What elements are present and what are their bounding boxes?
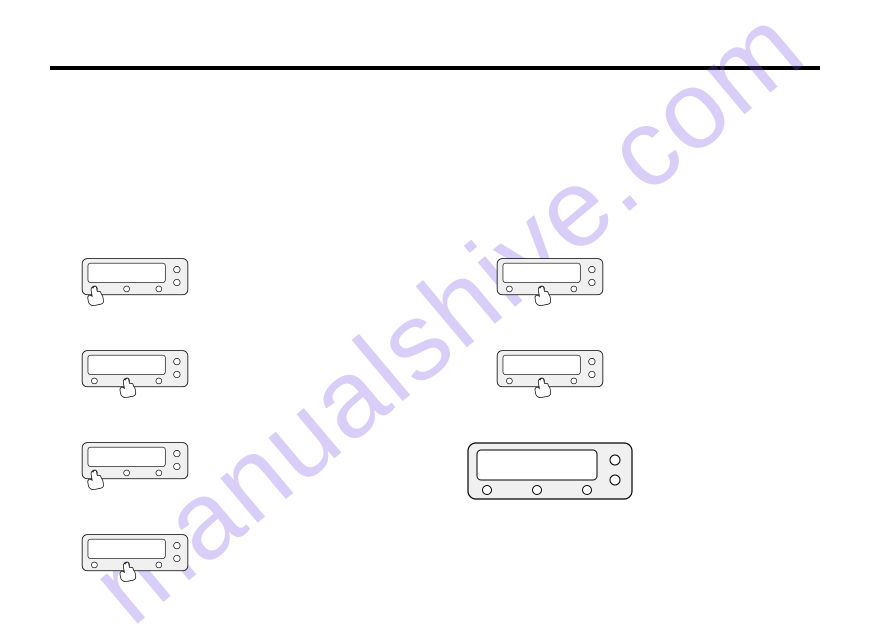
device-panel <box>52 258 218 316</box>
device-panel <box>52 442 218 500</box>
horizontal-rule <box>50 66 820 70</box>
panel-display-icon <box>88 263 165 282</box>
panel-button-right-icon <box>583 486 592 495</box>
panel-button-right-icon <box>156 378 162 384</box>
panel-display-icon <box>88 447 165 466</box>
panel-side-top-icon <box>174 542 180 548</box>
panel-side-top-icon <box>589 358 595 364</box>
device-panel <box>467 258 633 316</box>
device-panel <box>52 534 218 592</box>
panel-side-bottom-icon <box>174 371 180 377</box>
panel-button-right-icon <box>156 286 162 292</box>
panel-button-right-icon <box>571 378 577 384</box>
panel-button-center-icon <box>124 286 130 292</box>
manual-page: manualshive.com <box>0 0 893 629</box>
panel-button-right-icon <box>156 470 162 476</box>
panel-side-bottom-icon <box>589 279 595 285</box>
panel-button-left-icon <box>92 378 98 384</box>
panel-button-right-icon <box>571 286 577 292</box>
panel-button-left-icon <box>507 378 513 384</box>
panel-display-icon <box>477 450 597 480</box>
panel-side-top-icon <box>174 358 180 364</box>
panel-button-left-icon <box>483 486 492 495</box>
panel-side-bottom-icon <box>610 475 620 485</box>
panel-button-left-icon <box>92 562 98 568</box>
panel-side-bottom-icon <box>174 555 180 561</box>
panel-side-bottom-icon <box>174 279 180 285</box>
panel-side-top-icon <box>589 266 595 272</box>
device-panel <box>467 350 633 408</box>
panel-display-icon <box>88 355 165 374</box>
panel-display-icon <box>88 539 165 558</box>
device-panel <box>467 442 633 500</box>
panel-side-top-icon <box>174 450 180 456</box>
device-panel <box>52 350 218 408</box>
panel-display-icon <box>503 355 580 374</box>
panel-side-bottom-icon <box>589 371 595 377</box>
panel-button-right-icon <box>156 562 162 568</box>
panel-display-icon <box>503 263 580 282</box>
panel-side-top-icon <box>610 455 620 465</box>
panel-button-center-icon <box>124 470 130 476</box>
panel-side-bottom-icon <box>174 463 180 469</box>
panel-side-top-icon <box>174 266 180 272</box>
panel-button-center-icon <box>533 486 542 495</box>
panel-button-left-icon <box>507 286 513 292</box>
